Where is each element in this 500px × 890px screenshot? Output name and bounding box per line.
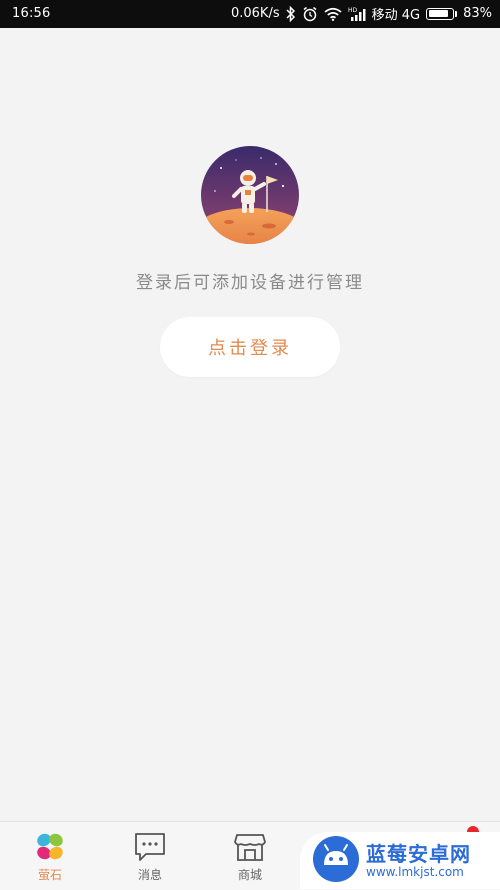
watermark: 蓝莓安卓网 www.lmkjst.com: [300, 832, 500, 889]
network-speed: 0.06K/s: [230, 6, 280, 21]
nav-item-store[interactable]: 商城: [220, 830, 280, 883]
battery-icon: [426, 7, 458, 20]
watermark-title: 蓝莓安卓网: [366, 841, 471, 866]
nav-item-messages[interactable]: 消息: [120, 830, 180, 883]
nav-item-ezviz[interactable]: 萤石: [20, 830, 80, 883]
store-icon: [233, 830, 267, 864]
login-button[interactable]: 点击登录: [160, 317, 340, 377]
login-hint-text: 登录后可添加设备进行管理: [136, 273, 364, 293]
battery-percent: 83%: [463, 6, 492, 21]
nav-label-store: 商城: [237, 868, 262, 882]
nav-label-messages: 消息: [137, 868, 162, 882]
watermark-url: www.lmkjst.com: [366, 864, 464, 879]
status-right-group: 0.06K/s HD 移动 4G 83%: [231, 4, 492, 23]
wifi-icon: [324, 7, 342, 21]
message-bubble-icon: [133, 830, 167, 864]
bluetooth-icon: [286, 5, 296, 22]
carrier-label: 移动 4G: [371, 8, 421, 23]
nav-label-ezviz: 萤石: [37, 868, 62, 882]
alarm-icon: [302, 6, 318, 22]
watermark-logo-icon: [312, 835, 360, 887]
status-bar: 16:56 0.06K/s HD 移动 4G 83%: [0, 0, 500, 28]
signal-hd-icon: HD: [348, 6, 366, 22]
astronaut-planet-icon: [201, 146, 299, 244]
ezviz-logo-icon: [33, 830, 67, 864]
status-time: 16:56: [12, 6, 51, 21]
svg-text:HD: HD: [348, 7, 358, 14]
